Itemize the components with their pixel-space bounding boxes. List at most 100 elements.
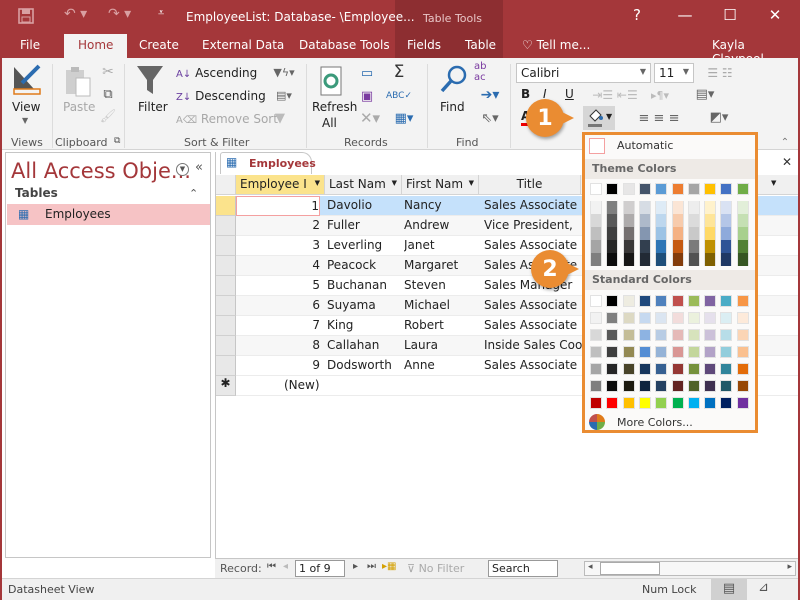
standard-color-swatch[interactable]	[590, 312, 602, 324]
new-row-marker[interactable]: ✱	[216, 376, 236, 396]
first-name-cell[interactable]: Laura	[404, 338, 479, 352]
theme-shade-swatch[interactable]	[638, 201, 651, 214]
paste-button[interactable]: Paste	[63, 100, 95, 114]
standard-color-swatch[interactable]	[736, 346, 749, 358]
horizontal-scrollbar[interactable]: ◂ ▸	[584, 561, 796, 576]
shutter-bar-icon[interactable]: «	[195, 160, 203, 175]
theme-color-swatch[interactable]	[622, 183, 635, 195]
nav-section-tables[interactable]: Tables	[15, 186, 58, 200]
theme-shade-swatch[interactable]	[687, 253, 700, 266]
theme-shade-swatch[interactable]	[590, 240, 602, 253]
theme-shade-swatch[interactable]	[606, 201, 619, 214]
bold-button[interactable]: B	[521, 87, 530, 101]
theme-shade-swatch[interactable]	[590, 227, 602, 240]
standard-color-swatch[interactable]	[720, 329, 733, 341]
previous-record-icon[interactable]: ◂	[283, 561, 288, 572]
theme-shade-swatch[interactable]	[736, 214, 749, 227]
toggle-filter-icon[interactable]: ▼	[272, 110, 288, 126]
first-name-cell[interactable]: Janet	[404, 238, 479, 252]
standard-color-swatch[interactable]	[671, 295, 684, 307]
nav-item-employees[interactable]: ▦ Employees	[7, 204, 210, 225]
standard-color-swatch[interactable]	[622, 363, 635, 375]
standard-color-swatch[interactable]	[606, 380, 619, 392]
paragraph-direction-icon[interactable]: ▸¶▾	[645, 87, 675, 103]
standard-color-swatch[interactable]	[704, 380, 717, 392]
tab-external-data[interactable]: External Data	[202, 38, 284, 52]
tell-me-box[interactable]: ♡ Tell me...	[522, 38, 590, 52]
row-selector[interactable]	[216, 196, 236, 216]
tab-fields[interactable]: Fields	[407, 38, 441, 52]
select-icon[interactable]: ⇖▾	[476, 110, 504, 126]
standard-color-swatch[interactable]	[704, 346, 717, 358]
theme-color-swatch[interactable]	[720, 183, 733, 195]
theme-shade-swatch[interactable]	[622, 214, 635, 227]
theme-color-swatch[interactable]	[736, 183, 749, 195]
theme-shade-swatch[interactable]	[736, 201, 749, 214]
standard-color-swatch[interactable]	[687, 312, 700, 324]
employee-id-cell[interactable]: 5	[236, 278, 320, 292]
theme-shade-swatch[interactable]	[655, 240, 668, 253]
standard-color-swatch[interactable]	[622, 397, 635, 409]
close-button[interactable]: ✕	[760, 6, 790, 24]
theme-shade-swatch[interactable]	[655, 201, 668, 214]
first-name-cell[interactable]: Andrew	[404, 218, 479, 232]
format-painter-icon[interactable]: 🖌	[100, 108, 117, 124]
sort-descending-button[interactable]: Z↓ Descending	[176, 89, 266, 103]
standard-color-swatch[interactable]	[671, 312, 684, 324]
standard-color-swatch[interactable]	[606, 397, 619, 409]
go-to-icon[interactable]: ➔▾	[476, 87, 504, 103]
theme-shade-swatch[interactable]	[606, 214, 619, 227]
standard-color-swatch[interactable]	[655, 380, 668, 392]
standard-color-swatch[interactable]	[687, 397, 700, 409]
theme-color-swatch[interactable]	[590, 183, 602, 195]
last-name-cell[interactable]: Suyama	[327, 298, 402, 312]
collapse-ribbon-icon[interactable]: ⌃	[778, 136, 792, 148]
standard-color-swatch[interactable]	[720, 363, 733, 375]
standard-color-swatch[interactable]	[638, 363, 651, 375]
filter-status-button[interactable]: ⊽ No Filter	[407, 562, 464, 575]
standard-color-swatch[interactable]	[720, 295, 733, 307]
standard-color-swatch[interactable]	[590, 363, 602, 375]
alternate-row-color-icon[interactable]: ◩▾	[704, 108, 734, 126]
column-header-employee-id[interactable]: Employee I ▼	[236, 175, 325, 195]
standard-color-swatch[interactable]	[606, 312, 619, 324]
underline-button[interactable]: U	[565, 87, 574, 101]
row-selector[interactable]	[216, 336, 236, 356]
standard-color-swatch[interactable]	[655, 397, 668, 409]
undo-icon[interactable]: ↶ ▾	[64, 6, 87, 22]
standard-color-swatch[interactable]	[687, 329, 700, 341]
row-selector[interactable]	[216, 256, 236, 276]
title-cell[interactable]: Sales Associate	[484, 198, 584, 212]
theme-shade-swatch[interactable]	[687, 240, 700, 253]
next-record-icon[interactable]: ▸	[353, 561, 358, 572]
filter-button[interactable]: Filter	[138, 100, 168, 114]
totals-icon[interactable]: Σ	[390, 62, 408, 82]
delete-record-icon[interactable]: ✕▾	[356, 109, 384, 127]
standard-color-swatch[interactable]	[687, 346, 700, 358]
standard-color-swatch[interactable]	[590, 397, 602, 409]
theme-shade-swatch[interactable]	[671, 227, 684, 240]
theme-shade-swatch[interactable]	[622, 227, 635, 240]
standard-color-swatch[interactable]	[622, 346, 635, 358]
standard-color-swatch[interactable]	[590, 295, 602, 307]
cut-icon[interactable]: ✂	[100, 64, 116, 80]
title-cell[interactable]: Inside Sales Coo	[484, 338, 584, 352]
theme-shade-swatch[interactable]	[687, 214, 700, 227]
font-name-select[interactable]: Calibri ▼	[516, 63, 651, 83]
title-cell[interactable]: Sales Associate	[484, 238, 584, 252]
title-cell[interactable]: Sales Associate	[484, 298, 584, 312]
standard-color-swatch[interactable]	[736, 329, 749, 341]
maximize-button[interactable]: ☐	[715, 6, 745, 24]
theme-shade-swatch[interactable]	[655, 214, 668, 227]
employee-id-cell[interactable]: 9	[236, 358, 320, 372]
standard-color-swatch[interactable]	[687, 380, 700, 392]
title-cell[interactable]: Sales Associate	[484, 358, 584, 372]
column-header-first-name[interactable]: First Nam ▼	[402, 175, 479, 195]
theme-shade-swatch[interactable]	[704, 240, 717, 253]
employee-id-cell[interactable]: 6	[236, 298, 320, 312]
first-name-cell[interactable]: Margaret	[404, 258, 479, 272]
employee-id-cell[interactable]: 2	[236, 218, 320, 232]
standard-color-swatch[interactable]	[606, 295, 619, 307]
standard-color-swatch[interactable]	[638, 295, 651, 307]
datasheet-view-icon[interactable]: ▤	[711, 579, 747, 600]
